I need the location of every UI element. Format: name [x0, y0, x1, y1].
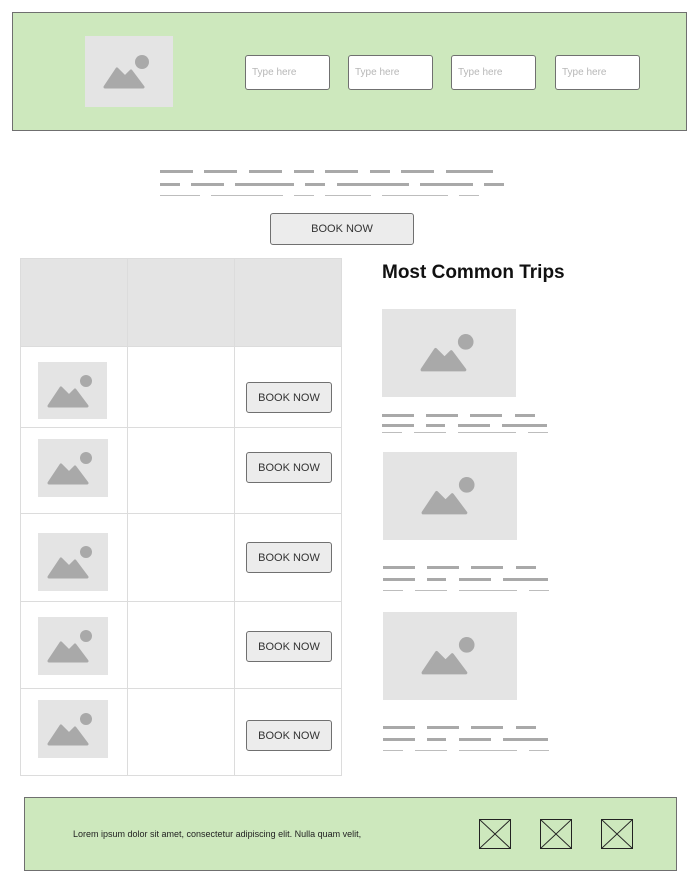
x-box-icon[interactable] — [540, 819, 572, 849]
table-header-cell-3 — [234, 258, 342, 347]
row-book-now-button[interactable]: BOOK NOW — [246, 382, 332, 413]
image-placeholder-icon — [103, 54, 149, 88]
table-row: BOOK NOW — [20, 346, 343, 428]
table-row: BOOK NOW — [20, 427, 343, 514]
row-book-now-button[interactable]: BOOK NOW — [246, 542, 332, 573]
image-placeholder-icon — [47, 546, 92, 579]
image-placeholder-icon — [47, 713, 92, 746]
common-trip-image-placeholder — [383, 452, 517, 540]
x-box-icon[interactable] — [479, 819, 511, 849]
trip-image-placeholder — [38, 700, 108, 758]
row-book-now-button[interactable]: BOOK NOW — [246, 720, 332, 751]
table-row: BOOK NOW — [20, 601, 343, 689]
table-row: BOOK NOW — [20, 688, 343, 776]
table-header-cell-1 — [20, 258, 128, 347]
logo-image-placeholder — [85, 36, 173, 107]
image-placeholder-icon — [421, 637, 475, 675]
header-input-3[interactable] — [451, 55, 536, 90]
table-header-cell-2 — [127, 258, 235, 347]
trip-image-placeholder — [38, 439, 108, 497]
x-box-icon[interactable] — [601, 819, 633, 849]
footer: Lorem ipsum dolor sit amet, consectetur … — [24, 797, 677, 871]
header-input-4[interactable] — [555, 55, 640, 90]
row-book-now-button[interactable]: BOOK NOW — [246, 452, 332, 483]
trip-image-placeholder — [38, 617, 108, 675]
image-placeholder-icon — [421, 477, 475, 515]
trips-table: BOOK NOW BOOK NOW BOOK NOW BOOK NOW BOOK… — [20, 258, 343, 776]
image-placeholder-icon — [420, 334, 474, 372]
image-placeholder-icon — [47, 452, 92, 485]
header-input-1[interactable] — [245, 55, 330, 90]
trip-image-placeholder — [38, 533, 108, 591]
row-book-now-button[interactable]: BOOK NOW — [246, 631, 332, 662]
common-trip-text-placeholder — [383, 565, 553, 593]
common-trip-image-placeholder — [382, 309, 516, 397]
table-row: BOOK NOW — [20, 513, 343, 602]
image-placeholder-icon — [47, 374, 92, 407]
common-trip-text-placeholder — [382, 413, 552, 435]
trip-image-placeholder — [38, 362, 107, 419]
header-banner — [12, 12, 687, 131]
hero-book-now-button[interactable]: BOOK NOW — [270, 213, 414, 245]
image-placeholder-icon — [47, 630, 92, 663]
footer-text: Lorem ipsum dolor sit amet, consectetur … — [73, 829, 362, 839]
common-trip-image-placeholder — [383, 612, 517, 700]
hero-text-placeholder — [160, 168, 510, 200]
common-trip-text-placeholder — [383, 725, 553, 753]
header-input-2[interactable] — [348, 55, 433, 90]
most-common-trips-title: Most Common Trips — [382, 262, 565, 283]
